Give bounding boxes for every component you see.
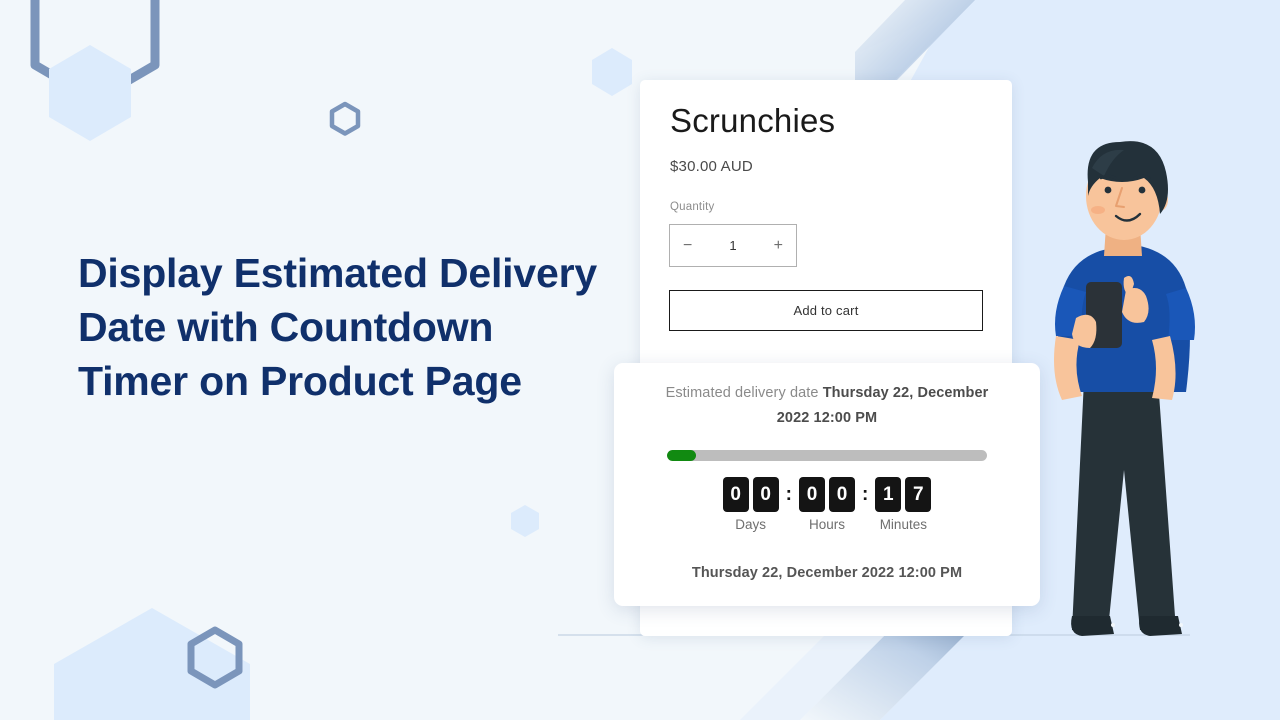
quantity-label: Quantity: [670, 201, 715, 213]
slide-canvas: Display Estimated Delivery Date with Cou…: [0, 0, 1280, 720]
countdown-digit: 0: [829, 477, 855, 512]
estimated-delivery-prefix: Estimated delivery date: [665, 385, 819, 401]
countdown-unit-days: 0 0 Days: [722, 477, 779, 532]
countdown-label-hours: Hours: [808, 517, 845, 532]
countdown-card: Estimated delivery date Thursday 22, Dec…: [614, 363, 1040, 606]
countdown-timer: 0 0 Days:0 0 Hours:1 7 Minutes: [614, 477, 1040, 532]
quantity-increment-button[interactable]: +: [774, 237, 783, 254]
add-to-cart-button[interactable]: Add to cart: [669, 290, 983, 331]
quantity-stepper[interactable]: − 1 +: [669, 224, 797, 267]
countdown-separator: :: [785, 483, 792, 505]
countdown-separator: :: [862, 483, 869, 505]
countdown-label-days: Days: [735, 517, 767, 532]
countdown-digits-hours: 00: [799, 477, 855, 512]
product-price: $30.00 AUD: [670, 158, 753, 175]
countdown-digit: 7: [905, 477, 932, 512]
countdown-digit: 0: [722, 477, 749, 512]
countdown-digits-minutes: 17: [875, 477, 932, 512]
final-delivery-date: Thursday 22, December 2022 12:00 PM: [691, 565, 963, 581]
countdown-unit-hours: 0 0 Hours: [799, 477, 855, 532]
countdown-label-minutes: Minutes: [879, 517, 927, 532]
page-title: Display Estimated Delivery Date with Cou…: [78, 250, 597, 405]
countdown-digits-days: 00: [722, 477, 779, 512]
countdown-digit: 1: [875, 477, 902, 512]
quantity-value[interactable]: 1: [729, 238, 736, 253]
countdown-digit: 0: [799, 477, 825, 512]
delivery-progress-bar: [667, 450, 987, 461]
product-title: Scrunchies: [670, 102, 836, 139]
delivery-progress-fill: [667, 450, 696, 461]
countdown-unit-minutes: 1 7 Minutes: [875, 477, 932, 532]
countdown-digit: 0: [752, 477, 779, 512]
quantity-decrement-button[interactable]: −: [683, 237, 692, 254]
estimated-delivery-text: Estimated delivery date Thursday 22, Dec…: [664, 381, 990, 432]
